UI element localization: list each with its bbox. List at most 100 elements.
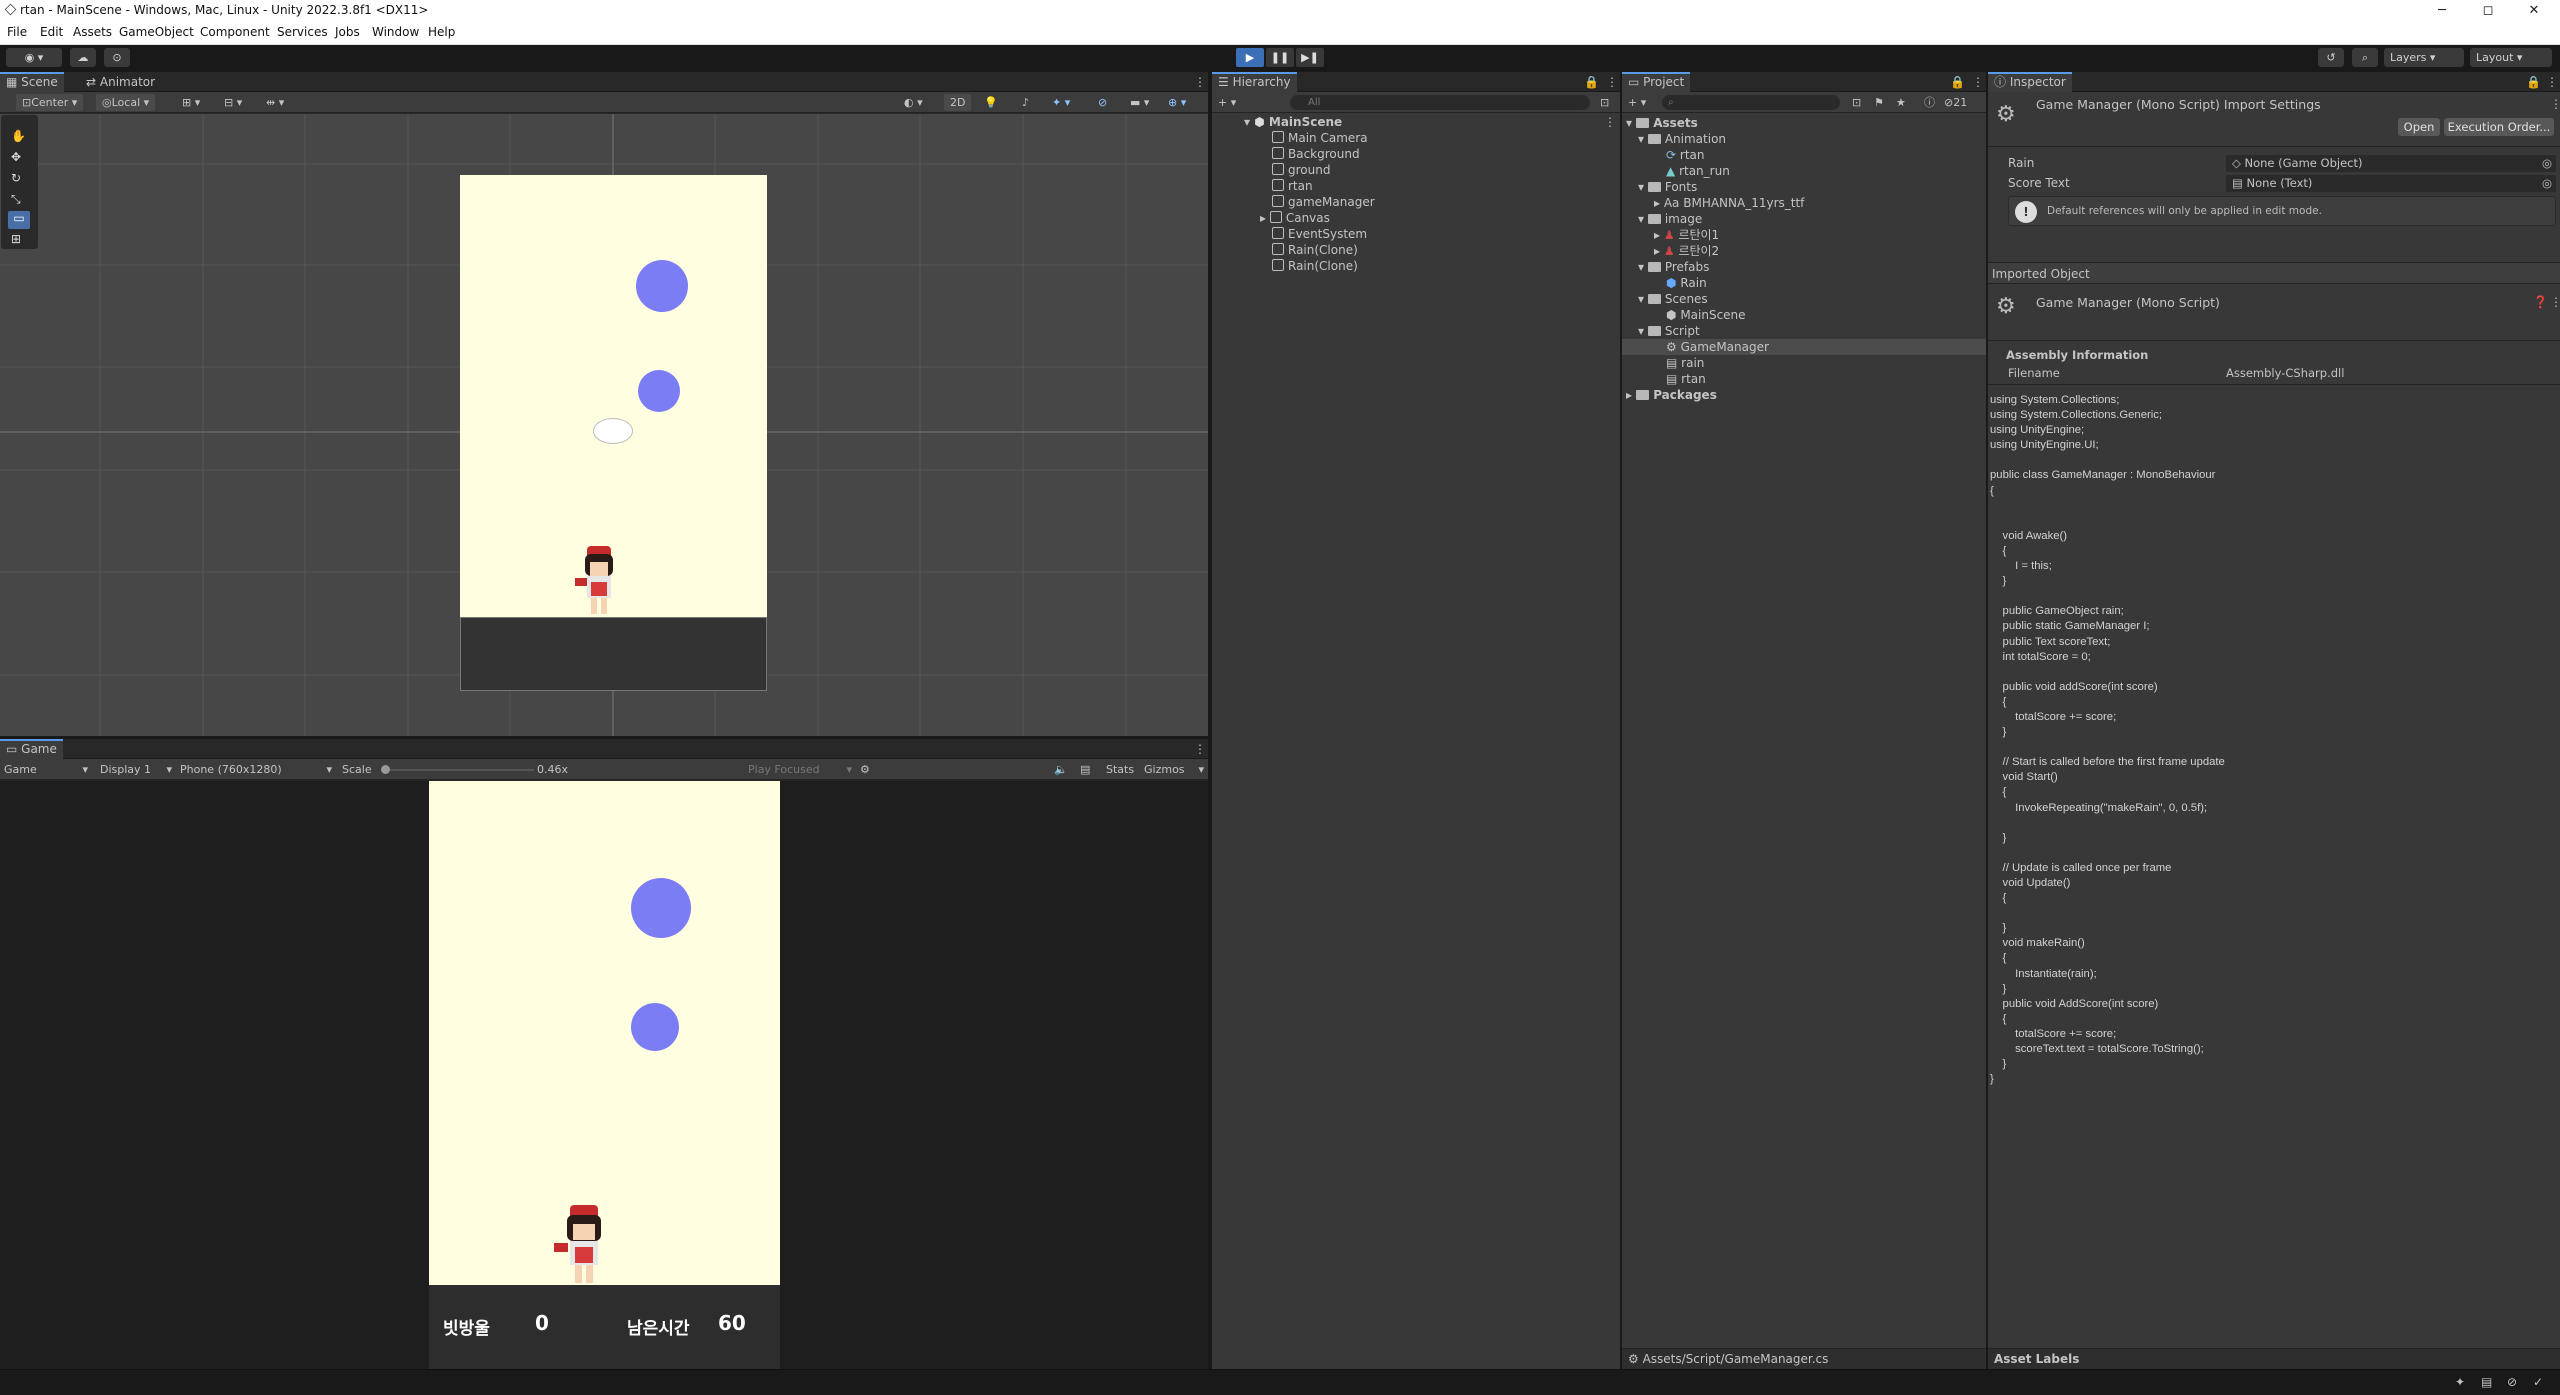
open-button[interactable]: Open [2398, 118, 2440, 136]
project-assets-folder[interactable]: ▾ Assets [1626, 115, 1698, 131]
stats-button[interactable]: Stats [1106, 761, 1134, 778]
hierarchy-item-ground[interactable]: ground [1272, 162, 1330, 178]
project-create-button[interactable]: + ▾ [1628, 94, 1646, 111]
rect-tool-icon[interactable]: ▭ [8, 211, 30, 229]
step-button[interactable]: ▶❚ [1296, 48, 1324, 67]
project-prefab-rain[interactable]: ⬢ Rain [1666, 275, 1707, 291]
create-button[interactable]: + ▾ [1218, 94, 1236, 111]
scale-slider-handle[interactable] [381, 765, 390, 774]
status-check-icon[interactable]: ✓ [2533, 1375, 2543, 1389]
menu-services[interactable]: Services [277, 25, 328, 39]
scene-root-item[interactable]: ▾ ⬢ MainScene [1244, 114, 1342, 130]
menu-help[interactable]: Help [428, 25, 455, 39]
hierarchy-item-main-camera[interactable]: Main Camera [1272, 130, 1368, 146]
tab-animator[interactable]: ⇄ Animator [80, 72, 161, 92]
project-anim-rtan-run[interactable]: ▲ rtan_run [1666, 163, 1730, 179]
hierarchy-item-rain-clone-1[interactable]: Rain(Clone) [1272, 242, 1358, 258]
project-script-gamemanager[interactable]: ⚙ GameManager [1622, 339, 1986, 355]
menu-edit[interactable]: Edit [40, 25, 63, 39]
maximize-button[interactable]: ◻ [2465, 0, 2511, 21]
play-focused-dropdown[interactable]: Play Focused ▾ [748, 761, 852, 778]
inspector-menu-icon[interactable]: ⋮ [2540, 72, 2560, 92]
filter-label-icon[interactable]: ⚑ [1874, 94, 1884, 111]
increment-snap-icon[interactable]: ⊟ ▾ [224, 94, 242, 111]
grid-snap-icon[interactable]: ⊞ ▾ [182, 94, 200, 111]
project-prefabs-folder[interactable]: ▾ Prefabs [1638, 259, 1709, 275]
game-menu-icon[interactable]: ⋮ [1188, 739, 1212, 759]
scene-filter-icon[interactable]: ⊡ [1600, 94, 1609, 111]
status-icon-3[interactable]: ⊘ [2507, 1375, 2517, 1389]
menu-file[interactable]: File [7, 25, 27, 39]
panel-menu-icon[interactable]: ⋮ [1188, 72, 1212, 92]
header-menu-icon[interactable]: ⋮ [2550, 97, 2560, 111]
effects-icon[interactable]: ✦ ▾ [1052, 94, 1070, 111]
move-tool-icon[interactable]: ✥ [11, 150, 21, 164]
align-icon[interactable]: ⇹ ▾ [266, 94, 284, 111]
play-button[interactable]: ▶ [1236, 48, 1264, 67]
project-anim-rtan[interactable]: ⟳ rtan [1666, 147, 1705, 163]
camera-icon[interactable]: ▬ ▾ [1130, 94, 1149, 111]
project-animation-folder[interactable]: ▾ Animation [1638, 131, 1726, 147]
space-dropdown[interactable]: ◎Local ▾ [96, 94, 156, 111]
hierarchy-item-canvas[interactable]: ▸ Canvas [1260, 210, 1330, 226]
hidden-packages-icon[interactable]: ⓘ [1924, 94, 1935, 111]
bug-icon[interactable]: ⚙ [860, 761, 870, 778]
menu-assets[interactable]: Assets [73, 25, 112, 39]
hand-tool-icon[interactable]: ✋ [11, 129, 26, 143]
hierarchy-search-input[interactable]: All [1290, 95, 1590, 110]
project-script-rtan[interactable]: ▤ rtan [1666, 371, 1706, 387]
rotate-tool-icon[interactable]: ↻ [11, 171, 21, 185]
scene-viewport[interactable]: ✋ ✥ ↻ ⤡ ▭ ⊞ [0, 114, 1208, 736]
2d-toggle[interactable]: 2D [944, 94, 972, 111]
game-viewport[interactable]: 빗방울 0 남은시간 60 [0, 781, 1208, 1369]
menu-component[interactable]: Component [200, 25, 270, 39]
cloud-icon[interactable]: ☁ [70, 48, 96, 67]
project-image-folder[interactable]: ▾ image [1638, 211, 1702, 227]
status-icon-2[interactable]: ▤ [2481, 1375, 2492, 1389]
project-image-1[interactable]: ▸ ♟ 르탄이1 [1654, 227, 1719, 243]
project-scenes-folder[interactable]: ▾ Scenes [1638, 291, 1708, 307]
project-scene-main[interactable]: ⬢ MainScene [1666, 307, 1746, 323]
pivot-dropdown[interactable]: ⊡Center ▾ [16, 94, 84, 111]
gizmos-icon[interactable]: ⊕ ▾ [1168, 94, 1186, 111]
minimize-button[interactable]: ─ [2419, 0, 2465, 21]
tab-hierarchy[interactable]: ☰ Hierarchy [1212, 72, 1297, 92]
project-font-item[interactable]: ▸ Aa BMHANNA_11yrs_ttf [1654, 195, 1804, 211]
project-menu-icon[interactable]: ⋮ [1966, 72, 1990, 92]
tab-inspector[interactable]: ⓘ Inspector [1988, 72, 2072, 92]
tab-project[interactable]: ▭ Project [1622, 72, 1691, 92]
project-image-2[interactable]: ▸ ♟ 르탄이2 [1654, 243, 1719, 259]
hierarchy-item-eventsystem[interactable]: EventSystem [1272, 226, 1367, 242]
project-script-folder[interactable]: ▾ Script [1638, 323, 1700, 339]
score-text-object-field[interactable]: ▤ None (Text) ◎ [2226, 175, 2556, 192]
lighting-icon[interactable]: 💡 [984, 94, 998, 111]
pause-button[interactable]: ❚❚ [1266, 48, 1294, 67]
hierarchy-item-background[interactable]: Background [1272, 146, 1360, 162]
audio-mute-icon[interactable]: 🔈 [1054, 761, 1068, 778]
favorite-icon[interactable]: ★ [1896, 94, 1906, 111]
tab-scene[interactable]: ▦ Scene [0, 72, 64, 92]
scene-menu-icon[interactable]: ⋮ [1604, 114, 1616, 130]
rain-object-field[interactable]: ◇ None (Game Object) ◎ [2226, 155, 2556, 172]
gizmos-dropdown[interactable]: Gizmos ▾ [1144, 761, 1204, 778]
scale-slider[interactable] [384, 769, 534, 771]
history-icon[interactable]: ↺ [2318, 48, 2344, 67]
layout-dropdown[interactable]: Layout ▾ [2470, 48, 2552, 67]
filter-type-icon[interactable]: ⊡ [1852, 94, 1861, 111]
hierarchy-item-gamemanager[interactable]: gameManager [1272, 194, 1375, 210]
status-icon-1[interactable]: ✦ [2455, 1375, 2465, 1389]
project-packages-folder[interactable]: ▸ Packages [1626, 387, 1717, 403]
menu-gameobject[interactable]: GameObject [119, 25, 194, 39]
hierarchy-menu-icon[interactable]: ⋮ [1600, 72, 1624, 92]
audio-icon[interactable]: ♪ [1022, 94, 1029, 111]
imported-menu-icon[interactable]: ⋮ [2550, 295, 2560, 309]
layers-dropdown[interactable]: Layers ▾ [2384, 48, 2464, 67]
account-button[interactable]: ◉ ▾ [6, 48, 62, 67]
resolution-dropdown[interactable]: Phone (760x1280) ▾ [180, 761, 332, 778]
menu-jobs[interactable]: Jobs [335, 25, 360, 39]
execution-order-button[interactable]: Execution Order... [2444, 118, 2554, 136]
project-search-input[interactable]: ⌕ [1662, 95, 1840, 110]
view-dropdown[interactable]: Game ▾ [4, 761, 88, 778]
draw-mode-icon[interactable]: ◐ ▾ [904, 94, 923, 111]
close-button[interactable]: ✕ [2511, 0, 2557, 21]
